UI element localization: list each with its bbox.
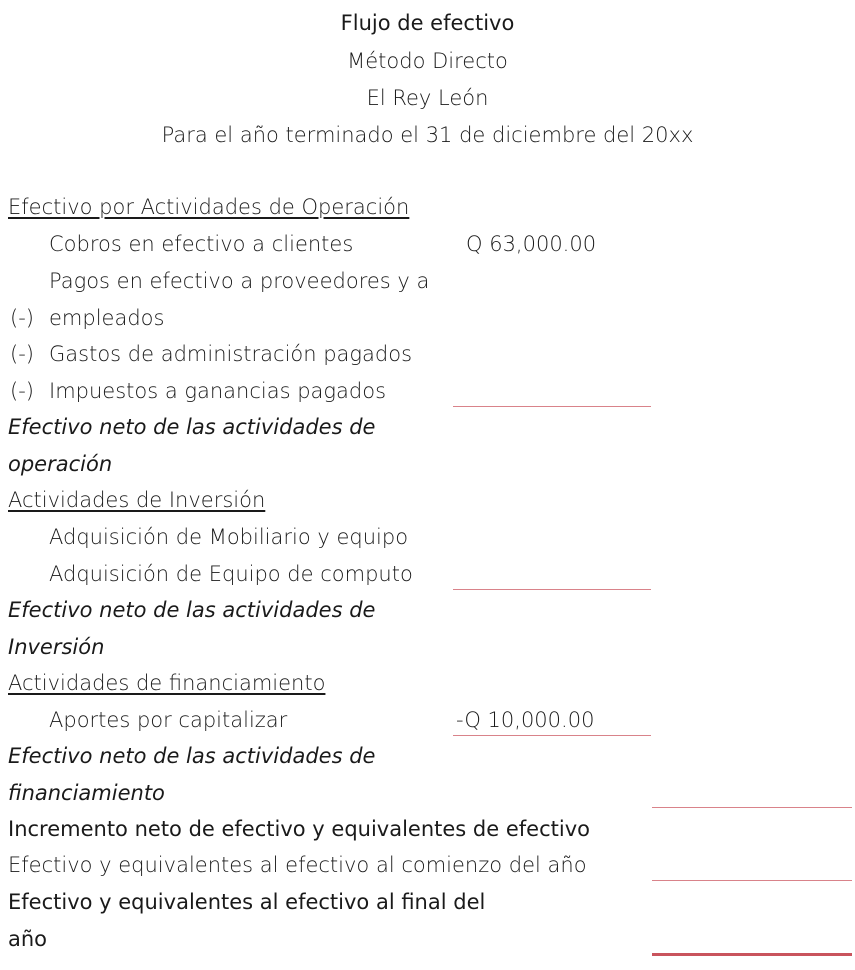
statement-method: Método Directo (347, 49, 508, 73)
pagos-label-line2: empleados (49, 306, 165, 330)
cobros-label: Cobros en efectivo a clientes (49, 232, 354, 256)
impuestos-label: Impuestos a ganancias pagados (49, 379, 387, 403)
gastos-sign: (-) (10, 342, 34, 366)
operation-net-line2: operación (8, 452, 113, 476)
gastos-label: Gastos de administración pagados (49, 342, 413, 366)
investment-net-line1: Efectivo neto de las actividades de (8, 598, 376, 622)
operation-section-heading: Efectivo por Actividades de Operación (8, 195, 410, 219)
beginning-cash-label: Efectivo y equivalentes al efectivo al c… (8, 853, 587, 877)
increment-label: Incremento neto de efectivo y equivalent… (8, 817, 590, 841)
statement-title: Flujo de efectivo (340, 11, 515, 35)
ending-cash-label-line1: Efectivo y equivalentes al efectivo al f… (8, 890, 486, 914)
computo-label: Adquisición de Equipo de computo (49, 562, 413, 586)
aportes-label: Aportes por capitalizar (49, 708, 288, 732)
financing-subtotal-rule (453, 735, 651, 736)
impuestos-sign: (-) (10, 379, 34, 403)
financing-net-line2: financiamiento (8, 781, 165, 805)
financing-net-line1: Efectivo neto de las actividades de (8, 744, 376, 768)
operation-net-line1: Efectivo neto de las actividades de (8, 415, 376, 439)
company-name: El Rey León (366, 86, 489, 110)
ending-cash-label-line2: año (8, 927, 48, 951)
cobros-amount: Q 63,000.00 (466, 232, 597, 256)
aportes-amount: -Q 10,000.00 (456, 708, 595, 732)
financing-section-heading: Actividades de financiamiento (8, 671, 326, 695)
statement-period: Para el año terminado el 31 de diciembre… (161, 123, 694, 147)
financing-net-rule (652, 807, 852, 808)
investment-subtotal-rule (453, 589, 651, 590)
pagos-sign: (-) (10, 306, 34, 330)
pagos-label-line1: Pagos en efectivo a proveedores y a (49, 269, 430, 293)
investment-section-heading: Actividades de Inversión (8, 488, 266, 512)
investment-net-line2: Inversión (8, 635, 105, 659)
mobiliario-label: Adquisición de Mobiliario y equipo (49, 525, 409, 549)
operation-subtotal-rule (453, 406, 651, 407)
beginning-cash-rule (652, 880, 852, 881)
ending-cash-double-rule (652, 953, 852, 956)
